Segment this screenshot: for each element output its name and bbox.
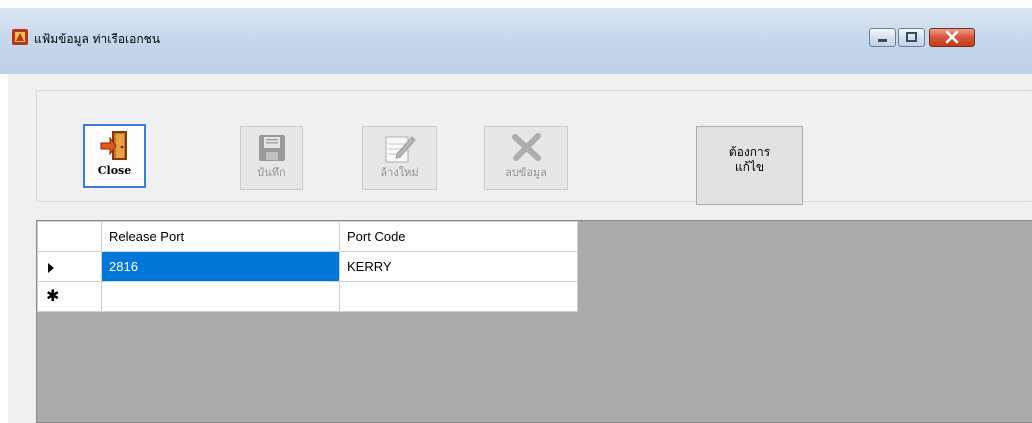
- delete-x-icon: [512, 133, 541, 161]
- edit-button-label: ต้องการ แก้ไข: [728, 145, 771, 174]
- new-row-star-icon: ✱: [46, 287, 60, 305]
- maximize-button[interactable]: [898, 28, 925, 47]
- row-header-current[interactable]: [37, 251, 102, 282]
- clear-button-label: ล้างใหม่: [380, 166, 419, 179]
- title-bar[interactable]: แฟ้มข้อมูล ท่าเรือเอกชน: [0, 8, 1032, 74]
- edit-notepad-icon: [385, 136, 416, 163]
- window-close-button[interactable]: [929, 28, 975, 47]
- maximize-icon: [906, 32, 917, 42]
- close-button-label: Close: [97, 164, 132, 177]
- save-button-label: บันทึก: [257, 166, 286, 179]
- cell-release-port-new[interactable]: [101, 281, 340, 312]
- form-client-area: Close บันทึก ล้างใหม่ ลบข้อมูล ต้องการ แ…: [8, 74, 1032, 423]
- clear-button[interactable]: ล้างใหม่: [362, 126, 437, 190]
- minimize-button[interactable]: [869, 28, 896, 47]
- close-button[interactable]: Close: [83, 124, 146, 188]
- app-window: แฟ้มข้อมูล ท่าเรือเอกชน Close บันทึก ล้า…: [0, 0, 1032, 423]
- close-icon: [945, 30, 959, 44]
- grid-header-row: Release Port Port Code: [37, 221, 578, 252]
- minimize-icon: [878, 39, 887, 42]
- grid-corner-header[interactable]: [37, 221, 102, 252]
- current-row-arrow-icon: [48, 262, 54, 273]
- exit-door-icon: [100, 131, 127, 160]
- delete-button[interactable]: ลบข้อมูล: [484, 126, 568, 190]
- app-icon: [12, 29, 28, 45]
- floppy-disk-icon: [259, 135, 285, 161]
- delete-button-label: ลบข้อมูล: [505, 166, 547, 179]
- grid-table: Release Port Port Code 2816 KERRY ✱: [37, 221, 578, 312]
- table-row-new[interactable]: ✱: [37, 281, 578, 312]
- column-header-release-port[interactable]: Release Port: [101, 221, 340, 252]
- column-header-port-code[interactable]: Port Code: [339, 221, 578, 252]
- toolbar-panel: Close บันทึก ล้างใหม่ ลบข้อมูล ต้องการ แ…: [36, 90, 1032, 205]
- table-row[interactable]: 2816 KERRY: [37, 251, 578, 282]
- cell-port-code-new[interactable]: [339, 281, 578, 312]
- data-grid[interactable]: Release Port Port Code 2816 KERRY ✱: [36, 220, 1032, 423]
- row-header-new[interactable]: ✱: [37, 281, 102, 312]
- edit-button[interactable]: ต้องการ แก้ไข: [696, 126, 803, 205]
- cell-release-port[interactable]: 2816: [101, 251, 340, 282]
- window-title: แฟ้มข้อมูล ท่าเรือเอกชน: [34, 32, 160, 46]
- save-button[interactable]: บันทึก: [240, 126, 303, 190]
- cell-port-code[interactable]: KERRY: [339, 251, 578, 282]
